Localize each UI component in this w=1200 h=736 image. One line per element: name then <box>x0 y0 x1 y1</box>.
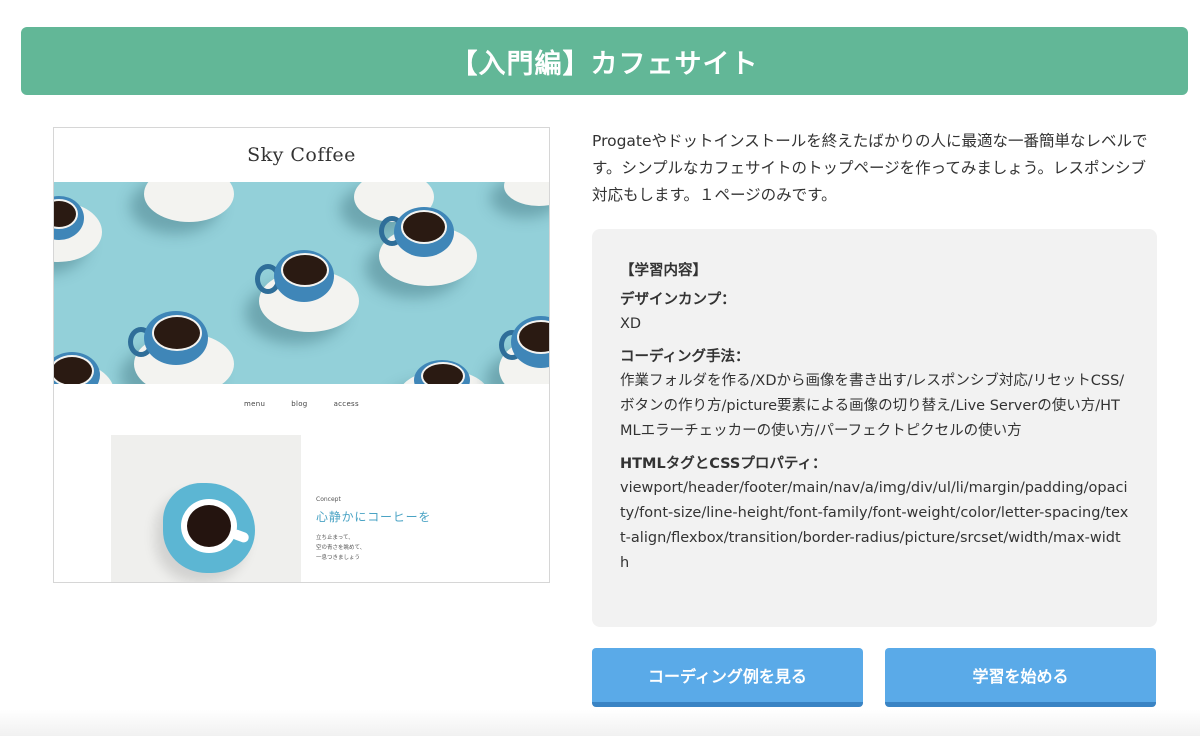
page-title: 【入門編】カフェサイト <box>450 48 759 80</box>
learning-value-html-css: viewport/header/footer/main/nav/a/img/di… <box>620 480 1129 571</box>
learning-value-coding: 作業フォルダを作る/XDから画像を書き出す/レスポンシブ対応/リセットCSS/ボ… <box>620 373 1125 439</box>
preview-concept-body: 立ち止まって、 空の青さを眺めて、 一息つきましょう <box>316 533 516 563</box>
preview-concept-line: 空の青さを眺めて、 <box>316 545 366 551</box>
preview-nav-blog: blog <box>291 400 308 408</box>
preview-concept-section: Concept 心静かにコーヒーを 立ち止まって、 空の青さを眺めて、 一息つき… <box>316 496 516 563</box>
learning-label-coding: コーディング手法： <box>620 349 750 365</box>
preview-nav-menu: menu <box>244 400 266 408</box>
learning-heading: 【学習内容】 <box>620 263 707 279</box>
view-coding-example-button[interactable]: コーディング例を見る <box>592 648 863 707</box>
start-learning-button[interactable]: 学習を始める <box>885 648 1156 707</box>
learning-label-design: デザインカンプ： <box>620 292 736 308</box>
learning-content-box: 【学習内容】 デザインカンプ： XD コーディング手法： 作業フォルダを作る/X… <box>592 229 1157 627</box>
preview-concept-line: 立ち止まって、 <box>316 535 354 541</box>
preview-hero-image <box>54 182 549 384</box>
site-preview-thumbnail: Sky Coffee menu blog access Concept 心静かに… <box>53 127 550 583</box>
learning-label-html-css: HTMLタグとCSSプロパティ： <box>620 456 827 472</box>
preview-site-name: Sky Coffee <box>247 144 356 166</box>
page-title-bar: 【入門編】カフェサイト <box>21 27 1188 95</box>
preview-nav: menu blog access <box>54 394 549 414</box>
preview-concept-label: Concept <box>316 496 341 503</box>
preview-nav-access: access <box>333 400 359 408</box>
learning-value-design: XD <box>620 316 642 332</box>
bottom-edge <box>0 710 1200 736</box>
preview-concept-line: 一息つきましょう <box>316 555 361 561</box>
preview-concept-heading: 心静かにコーヒーを <box>316 510 432 524</box>
preview-concept-image <box>111 435 301 582</box>
course-description: Progateやドットインストールを終えたばかりの人に最適な一番簡単なレベルです… <box>592 132 1148 204</box>
